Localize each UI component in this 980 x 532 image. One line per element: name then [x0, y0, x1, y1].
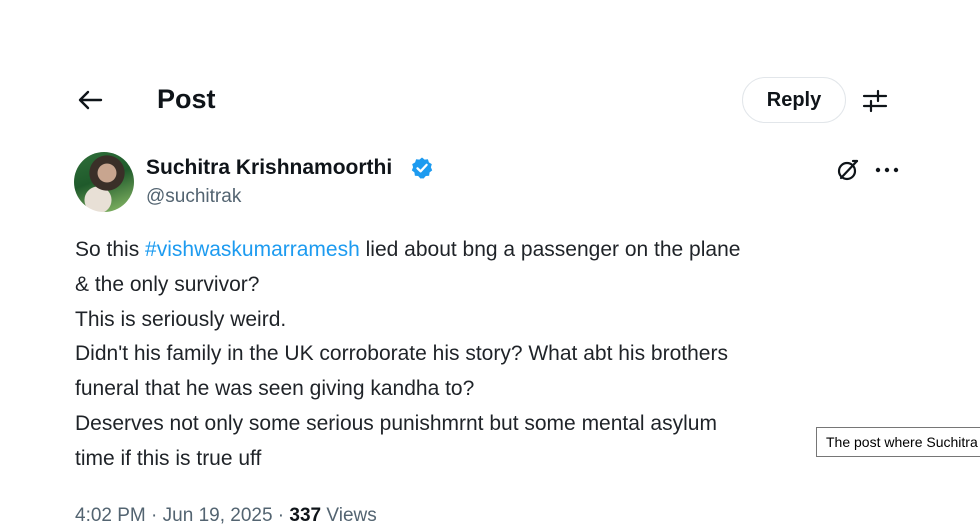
post-text-line: Didn't his family in the UK corroborate …: [75, 342, 728, 366]
author-name[interactable]: Suchitra Krishnamoorthi: [146, 156, 392, 180]
page-title: Post: [157, 84, 216, 114]
post-text-segment: So this: [75, 238, 146, 261]
post-text-line: Deserves not only some serious punishmrn…: [75, 411, 717, 435]
hashtag-link[interactable]: #vishwaskumarramesh: [145, 238, 360, 261]
meta-separator: ·: [145, 505, 163, 526]
reply-settings-button[interactable]: [858, 84, 892, 118]
back-button[interactable]: [74, 84, 106, 116]
back-arrow-icon: [78, 90, 103, 110]
post-date[interactable]: Jun 19, 2025: [163, 505, 273, 526]
meta-separator: ·: [272, 505, 290, 526]
more-options-button[interactable]: [872, 156, 902, 184]
image-tooltip: The post where Suchitra: [816, 427, 980, 457]
post-header: Post Reply: [0, 70, 980, 130]
post-text-line: funeral that he was seen giving kandha t…: [75, 377, 475, 401]
author-handle[interactable]: @suchitrak: [146, 186, 241, 208]
post-text-line: This is seriously weird.: [75, 307, 287, 331]
post-text-line: time if this is true uff: [75, 446, 262, 470]
post-time[interactable]: 4:02 PM: [75, 505, 146, 526]
settings-sliders-icon: [862, 89, 888, 113]
grok-button[interactable]: [834, 156, 862, 184]
post-meta: 4:02 PM · Jun 19, 2025 · 337 Views: [75, 505, 377, 527]
more-icon: [875, 167, 899, 173]
verified-badge-icon: [411, 157, 433, 179]
post-text-line: & the only survivor?: [75, 272, 260, 296]
reply-button[interactable]: Reply: [742, 77, 846, 123]
avatar[interactable]: [74, 152, 134, 212]
views-label: Views: [326, 505, 377, 526]
grok-icon: [837, 159, 859, 181]
post-text-line: So this #vishwaskumarramesh lied about b…: [75, 233, 905, 268]
views-count: 337: [289, 505, 322, 526]
post-text-segment: lied about bng a passenger on the plane: [359, 238, 741, 261]
post-text: So this #vishwaskumarramesh lied about b…: [75, 233, 905, 477]
